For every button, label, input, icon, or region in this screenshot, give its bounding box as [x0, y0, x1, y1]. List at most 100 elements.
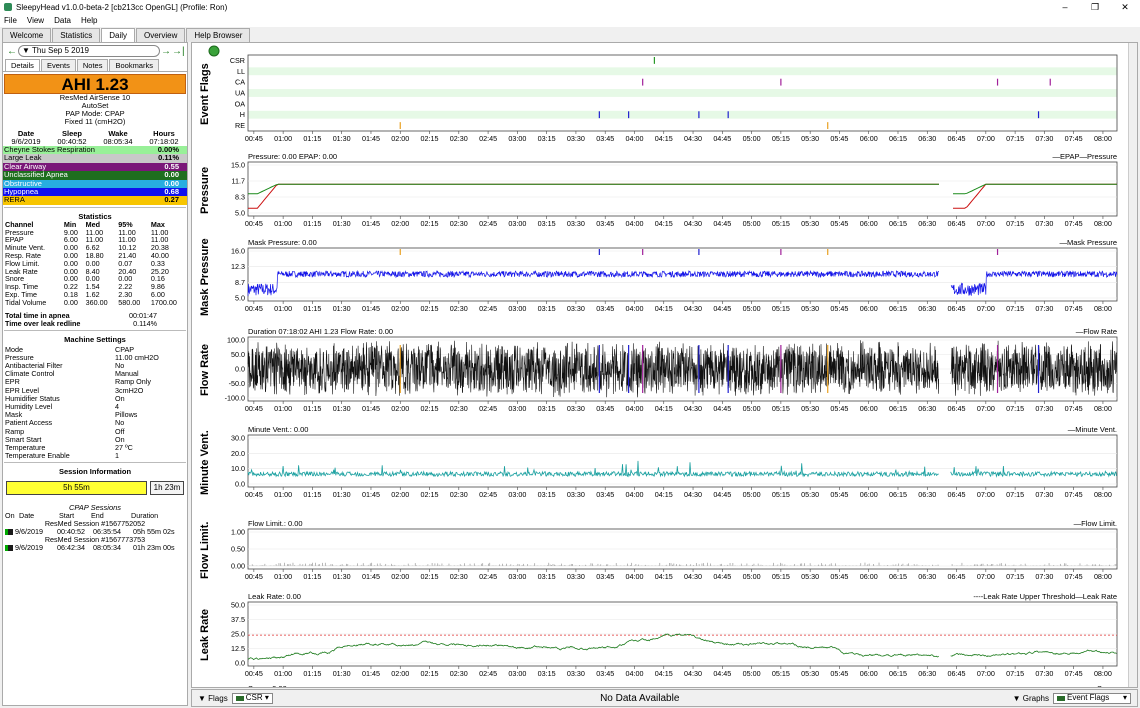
- leak-redline-value: 0.114%: [133, 318, 157, 328]
- pin-icon[interactable]: [208, 45, 220, 57]
- time-tick-label: 00:45: [245, 304, 263, 313]
- tab-bookmarks[interactable]: Bookmarks: [109, 59, 159, 71]
- time-tick-label: 05:45: [830, 304, 848, 313]
- flow-graph-panel[interactable]: Flow Rate Duration 07:18:02 AHI 1.23 Flow…: [192, 325, 1122, 415]
- tab-daily[interactable]: Daily: [101, 28, 135, 43]
- session-segment-main[interactable]: 5h 55m: [6, 481, 147, 496]
- tab-help-browser[interactable]: Help Browser: [186, 28, 251, 42]
- time-tick-label: 03:45: [596, 219, 614, 228]
- time-tick-label: 02:15: [421, 490, 439, 499]
- time-tick-label: 03:45: [596, 572, 614, 581]
- time-tick-label: 03:00: [508, 134, 526, 143]
- flow-header: Duration 07:18:02 AHI 1.23 Flow Rate: 0.…: [248, 327, 393, 336]
- leak-header: Leak Rate: 0.00: [248, 592, 301, 601]
- flags-button[interactable]: ▼ Flags: [198, 694, 228, 703]
- mask-graph-panel[interactable]: Mask Pressure Mask Pressure: 0.00 —Mask Pr…: [192, 235, 1122, 319]
- setting-row: Patient Access No: [3, 419, 187, 427]
- time-tick-label: 07:15: [1006, 669, 1024, 678]
- time-tick-label: 06:30: [918, 219, 936, 228]
- menu-view[interactable]: View: [27, 16, 44, 25]
- minimize-button[interactable]: –: [1050, 0, 1080, 14]
- flag-row-label: CA: [235, 78, 245, 87]
- time-tick-label: 04:45: [713, 572, 731, 581]
- time-tick-label: 05:15: [772, 669, 790, 678]
- time-tick-label: 06:45: [948, 134, 966, 143]
- snore-graph-panel[interactable]: Snore: 0.00 —Snore: [192, 684, 1122, 687]
- time-tick-label: 03:30: [567, 572, 585, 581]
- time-tick-label: 02:00: [391, 404, 409, 413]
- time-tick-label: 03:00: [508, 304, 526, 313]
- time-tick-label: 06:45: [948, 572, 966, 581]
- session-enabled-checkbox[interactable]: [5, 545, 13, 552]
- csr-combo[interactable]: CSR ▾: [231, 692, 273, 704]
- flowlim-graph-panel[interactable]: Flow Limit. Flow Limit.: 0.00 —Flow Limit.…: [192, 515, 1122, 585]
- time-tick-label: 01:45: [362, 304, 380, 313]
- event-flags-combo[interactable]: Event Flags ▾: [1053, 692, 1131, 704]
- time-tick-label: 02:00: [391, 219, 409, 228]
- time-tick-label: 07:45: [1065, 669, 1083, 678]
- time-tick-label: 01:30: [333, 669, 351, 678]
- next-day-button[interactable]: →: [160, 46, 172, 57]
- time-tick-label: 03:00: [508, 219, 526, 228]
- cpap-session-row[interactable]: ResMed Session #1567752052 9/6/2019 00:4…: [3, 520, 187, 536]
- date-picker[interactable]: ▼ Thu Sep 5 2019: [18, 45, 160, 57]
- time-tick-label: 06:30: [918, 304, 936, 313]
- tab-overview[interactable]: Overview: [136, 28, 186, 42]
- flag-row-label: CSR: [230, 56, 245, 65]
- minvent-graph-panel[interactable]: Minute Vent. Minute Vent.: 0.00 —Minute Ve…: [192, 421, 1122, 505]
- time-tick-label: 06:45: [948, 404, 966, 413]
- time-tick-label: 03:30: [567, 669, 585, 678]
- time-tick-label: 04:00: [625, 304, 643, 313]
- flowlim-legend: —Flow Limit.: [1074, 519, 1117, 528]
- time-tick-label: 00:45: [245, 404, 263, 413]
- graphs-button[interactable]: ▼ Graphs: [1013, 694, 1049, 703]
- statistics-table: Channel Min Med 95% Max Pressure 9.00 11.00 11.0…: [3, 220, 187, 307]
- menu-data[interactable]: Data: [54, 16, 71, 25]
- time-tick-label: 07:15: [1006, 490, 1024, 499]
- session-segment-second[interactable]: 1h 23m: [150, 481, 184, 496]
- stat-cell: 1700.00: [150, 297, 177, 307]
- tab-details[interactable]: Details: [5, 59, 40, 71]
- tab-statistics[interactable]: Statistics: [52, 28, 101, 42]
- leak-graph-panel[interactable]: Leak Rate Leak Rate: 0.00 ----Leak Rate Up…: [192, 588, 1122, 682]
- time-tick-label: 04:30: [684, 304, 702, 313]
- time-tick-label: 02:30: [450, 490, 468, 499]
- pressure-graph-panel[interactable]: Pressure Pressure: 0.00 EPAP: 0.00 —EPAP—P…: [192, 150, 1122, 230]
- time-tick-label: 04:30: [684, 572, 702, 581]
- close-button[interactable]: ✕: [1110, 0, 1140, 14]
- last-day-button[interactable]: →|: [172, 46, 185, 57]
- setting-value: 1: [115, 451, 119, 461]
- y-tick-label: 10.0: [231, 464, 245, 473]
- setting-value: No: [115, 418, 125, 428]
- prev-day-button[interactable]: ←: [6, 46, 18, 57]
- time-tick-label: 05:30: [801, 219, 819, 228]
- menu-help[interactable]: Help: [81, 16, 97, 25]
- time-tick-label: 07:15: [1006, 404, 1024, 413]
- time-tick-label: 02:45: [479, 219, 497, 228]
- y-tick-label: 100.0: [227, 336, 245, 345]
- setting-value: Pillows: [115, 410, 138, 420]
- maximize-button[interactable]: ❐: [1080, 0, 1110, 14]
- setting-name: Temperature Enable: [5, 451, 70, 461]
- time-tick-label: 05:45: [830, 404, 848, 413]
- menu-file[interactable]: File: [4, 16, 17, 25]
- session-enabled-checkbox[interactable]: [5, 529, 13, 536]
- time-tick-label: 07:30: [1035, 134, 1053, 143]
- time-tick-label: 05:15: [772, 219, 790, 228]
- y-tick-label: 0.0: [235, 480, 245, 489]
- cpap-session-row[interactable]: ResMed Session #1567773753 9/6/2019 06:4…: [3, 536, 187, 552]
- tab-events[interactable]: Events: [40, 59, 76, 71]
- session-end: 08:05:34: [93, 543, 121, 553]
- time-tick-label: 03:15: [538, 404, 556, 413]
- time-tick-label: 07:00: [977, 134, 995, 143]
- leak-chart: Leak Rate: 0.00 ----Leak Rate Upper Thres…: [231, 592, 1118, 678]
- tab-welcome[interactable]: Welcome: [2, 28, 52, 42]
- time-tick-label: 05:00: [743, 669, 761, 678]
- flags-graph-panel[interactable]: Event Flags 00:45 01:00 01:15 01:30 01:45 02:0…: [192, 45, 1122, 143]
- time-tick-label: 01:00: [274, 134, 292, 143]
- tab-notes[interactable]: Notes: [76, 59, 109, 71]
- time-tick-label: 06:45: [948, 669, 966, 678]
- time-tick-label: 05:30: [801, 404, 819, 413]
- time-tick-label: 01:00: [274, 669, 292, 678]
- graphs-scrollbar[interactable]: [1128, 43, 1137, 687]
